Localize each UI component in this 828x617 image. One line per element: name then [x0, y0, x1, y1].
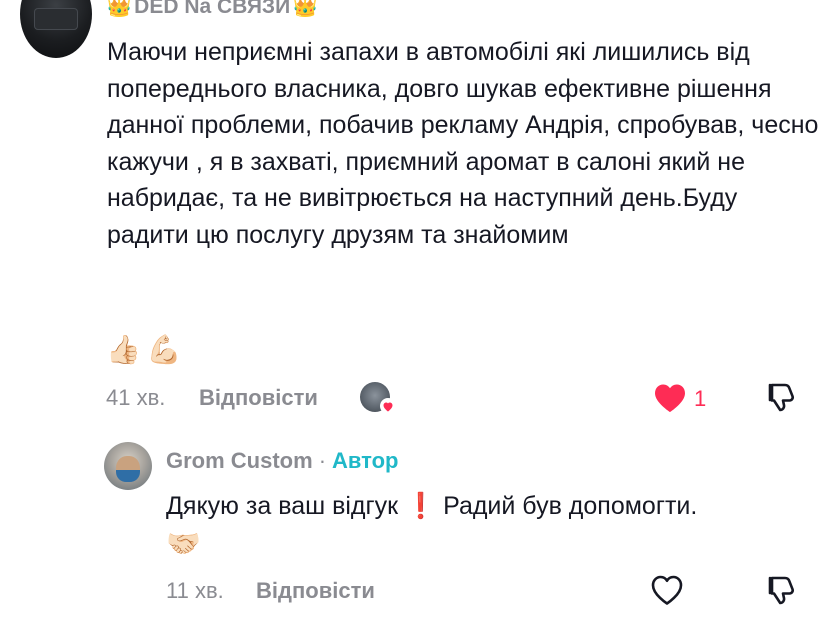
comment-text: Маючи неприємні запахи в автомобілі які … — [107, 38, 819, 249]
reply-emoji: 🤝🏻 — [166, 528, 201, 559]
like-heart-outline-icon[interactable] — [650, 574, 684, 606]
username-text[interactable]: DED Na СВЯЗИ — [134, 0, 290, 20]
reply-header: Grom Custom · Автор — [166, 446, 399, 476]
comment-emojis: 👍🏻💪🏻 — [106, 334, 188, 365]
reply-author-avatar[interactable] — [104, 442, 152, 490]
commenter-username[interactable]: 👑 DED Na СВЯЗИ 👑 — [106, 0, 318, 20]
comment-time: 41 хв. — [106, 385, 166, 410]
reply-button[interactable]: Відповісти — [199, 385, 318, 411]
avatar-car-image — [34, 8, 78, 30]
reply-username[interactable]: Grom Custom — [166, 446, 313, 476]
header-separator: · — [318, 448, 327, 473]
author-badge: Автор — [332, 448, 399, 473]
dislike-icon[interactable] — [765, 380, 799, 414]
avatar-mask — [116, 470, 140, 482]
like-count: 1 — [694, 386, 707, 411]
dislike-icon[interactable] — [765, 573, 799, 607]
reply-to-reply-button[interactable]: Відповісти — [256, 578, 375, 604]
like-heart-icon[interactable] — [653, 383, 687, 413]
creator-heart-icon — [380, 398, 396, 414]
crown-icon: 👑 — [106, 0, 133, 18]
crown-icon: 👑 — [292, 0, 319, 18]
reply-text: Дякую за ваш відгук ❗ Радий був допомогт… — [166, 492, 698, 520]
commenter-avatar[interactable] — [20, 0, 92, 58]
reply-time: 11 хв. — [166, 578, 224, 603]
